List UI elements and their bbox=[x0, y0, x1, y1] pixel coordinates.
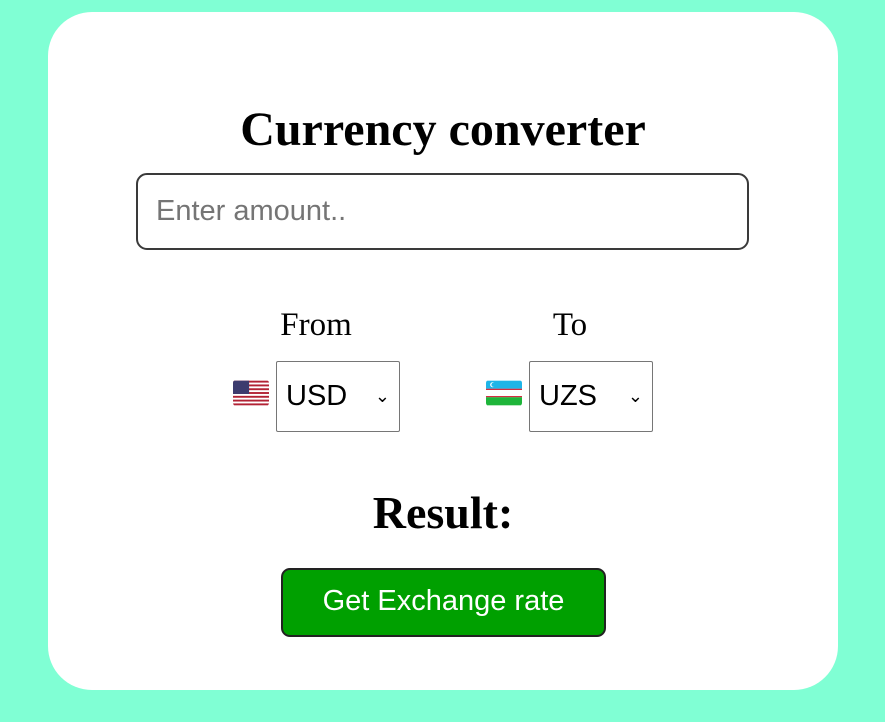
chevron-down-icon: ⌄ bbox=[374, 386, 390, 407]
to-label: To bbox=[552, 307, 588, 343]
chevron-down-icon: ⌄ bbox=[627, 386, 643, 407]
amount-input[interactable] bbox=[136, 173, 749, 250]
from-label: From bbox=[280, 307, 352, 343]
us-flag-icon bbox=[233, 380, 269, 406]
uzbekistan-flag-icon bbox=[486, 380, 522, 406]
page-title: Currency converter bbox=[240, 103, 646, 156]
result-label: Result: bbox=[372, 487, 514, 538]
converter-card: Currency converter From USD ⌄ To bbox=[48, 12, 838, 690]
from-currency-select[interactable]: USD ⌄ bbox=[276, 361, 400, 432]
to-currency-select[interactable]: UZS ⌄ bbox=[529, 361, 653, 432]
to-currency-value: UZS bbox=[539, 380, 597, 412]
from-currency-value: USD bbox=[286, 380, 348, 412]
get-exchange-rate-button[interactable]: Get Exchange rate bbox=[281, 568, 606, 637]
